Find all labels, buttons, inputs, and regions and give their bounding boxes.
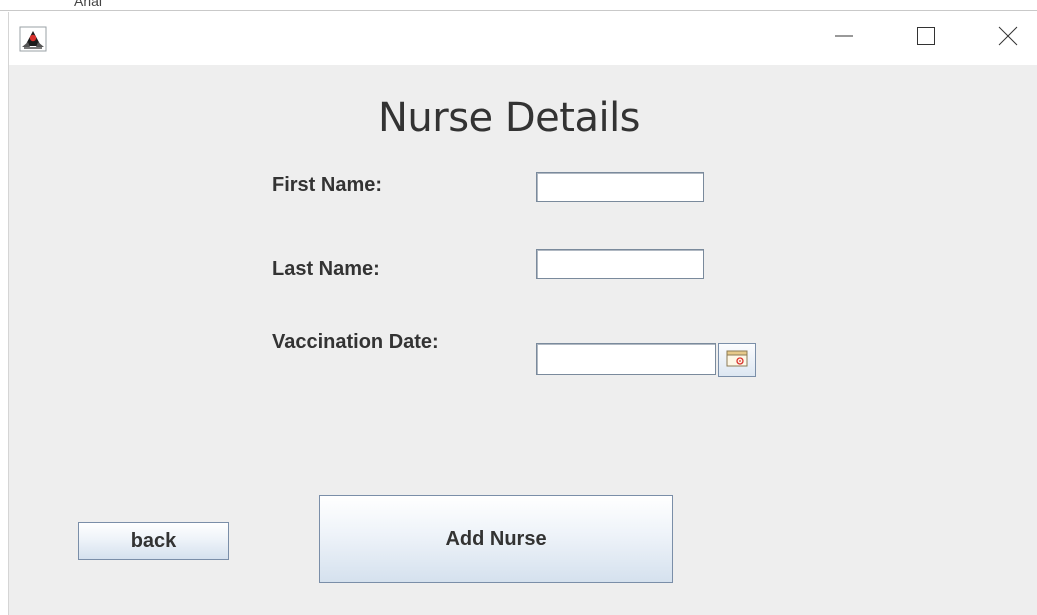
first-name-input[interactable] — [536, 172, 704, 202]
vaccination-date-label: Vaccination Date: — [272, 331, 439, 353]
add-nurse-button[interactable]: Add Nurse — [319, 495, 673, 583]
minimize-button[interactable] — [821, 20, 867, 56]
title-bar[interactable] — [9, 12, 1037, 65]
maximize-icon — [916, 26, 936, 50]
nurse-details-window: Nurse Details First Name: Last Name: Vac… — [8, 12, 1037, 615]
java-duke-icon — [19, 26, 47, 52]
first-name-label: First Name: — [272, 174, 383, 196]
minimize-icon — [834, 26, 854, 50]
background-font-name: Arial — [74, 0, 103, 9]
date-picker-button[interactable] — [718, 343, 756, 377]
last-name-label: Last Name: — [272, 258, 380, 280]
close-button[interactable] — [985, 20, 1031, 56]
page-title: Nurse Details — [377, 95, 641, 141]
background-divider — [0, 10, 1037, 11]
background-window-strip: Arial — [0, 0, 1037, 12]
form-panel: Nurse Details First Name: Last Name: Vac… — [9, 65, 1037, 615]
vaccination-date-input[interactable] — [536, 343, 716, 375]
close-icon — [998, 26, 1018, 50]
calendar-icon — [726, 349, 748, 371]
maximize-button[interactable] — [903, 20, 949, 56]
last-name-input[interactable] — [536, 249, 704, 279]
back-button[interactable]: back — [78, 522, 229, 560]
